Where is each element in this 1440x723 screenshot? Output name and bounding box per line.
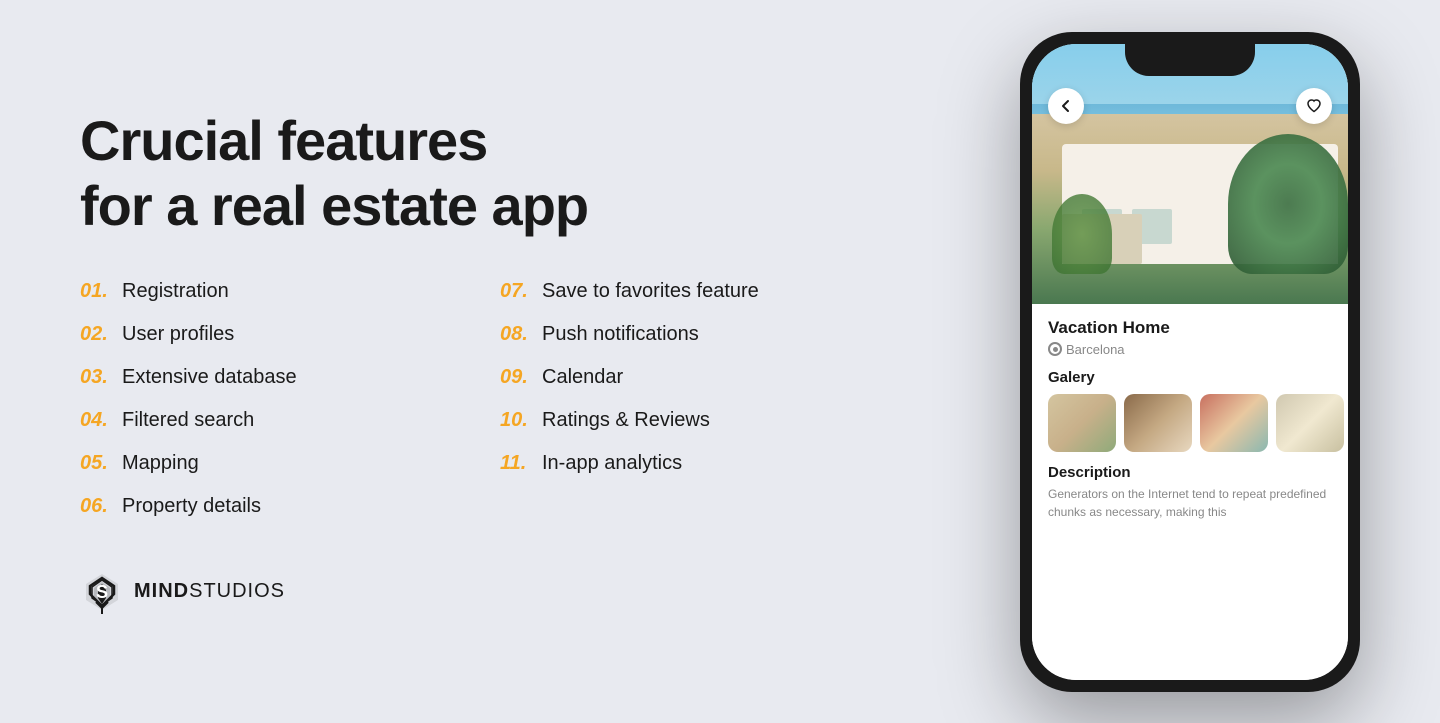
list-item: 01. Registration: [80, 270, 460, 313]
plants-right: [1228, 134, 1348, 274]
gallery-thumb-2[interactable]: [1124, 394, 1192, 452]
feature-number: 06.: [80, 495, 116, 518]
gallery-thumb-3[interactable]: [1200, 394, 1268, 452]
feature-text: Save to favorites feature: [542, 280, 759, 303]
feature-number: 08.: [500, 323, 536, 346]
feature-text: User profiles: [122, 323, 234, 346]
feature-number: 04.: [80, 409, 116, 432]
phone-screen: Vacation Home Barcelona Galery Descripti…: [1032, 44, 1348, 680]
svg-text:S: S: [96, 582, 108, 602]
list-item: 06. Property details: [80, 485, 460, 528]
property-hero-image: [1032, 44, 1348, 304]
mindstudios-logo-icon: S: [80, 570, 124, 614]
feature-text: Push notifications: [542, 323, 699, 346]
feature-text: Mapping: [122, 452, 199, 475]
list-item: 04. Filtered search: [80, 399, 460, 442]
left-section: Crucial features for a real estate app 0…: [80, 109, 880, 614]
feature-number: 02.: [80, 323, 116, 346]
left-column: 01. Registration 02. User profiles 03. Extens…: [80, 270, 460, 528]
list-item: 09. Calendar: [500, 356, 880, 399]
phone-content: Vacation Home Barcelona Galery Descripti…: [1032, 304, 1348, 680]
feature-number: 03.: [80, 366, 116, 389]
location-icon: [1048, 342, 1062, 356]
feature-text: Ratings & Reviews: [542, 409, 710, 432]
list-item: 07. Save to favorites feature: [500, 270, 880, 313]
feature-text: Extensive database: [122, 366, 297, 389]
feature-number: 07.: [500, 280, 536, 303]
logo-text: MINDSTUDIOS: [134, 580, 285, 603]
location-text: Barcelona: [1066, 342, 1125, 357]
feature-text: Calendar: [542, 366, 623, 389]
list-item: 02. User profiles: [80, 313, 460, 356]
description-text: Generators on the Internet tend to repea…: [1048, 485, 1332, 521]
main-container: Crucial features for a real estate app 0…: [0, 0, 1440, 723]
back-button[interactable]: [1048, 88, 1084, 124]
feature-text: Property details: [122, 495, 261, 518]
feature-number: 09.: [500, 366, 536, 389]
logo-section: S MINDSTUDIOS: [80, 570, 880, 614]
feature-text: Registration: [122, 280, 229, 303]
phone-notch: [1125, 44, 1255, 76]
list-item: 10. Ratings & Reviews: [500, 399, 880, 442]
property-location: Barcelona: [1048, 342, 1332, 357]
list-item: 11. In-app analytics: [500, 442, 880, 485]
phone-mockup: Vacation Home Barcelona Galery Descripti…: [1020, 32, 1360, 692]
gallery-row: [1048, 394, 1332, 452]
headline: Crucial features for a real estate app: [80, 109, 880, 238]
gallery-thumb-1[interactable]: [1048, 394, 1116, 452]
feature-number: 10.: [500, 409, 536, 432]
feature-text: In-app analytics: [542, 452, 682, 475]
feature-text: Filtered search: [122, 409, 254, 432]
feature-number: 01.: [80, 280, 116, 303]
list-item: 08. Push notifications: [500, 313, 880, 356]
gallery-thumb-4[interactable]: [1276, 394, 1344, 452]
description-label: Description: [1048, 464, 1332, 481]
property-title: Vacation Home: [1048, 318, 1332, 338]
phone-section: Vacation Home Barcelona Galery Descripti…: [1020, 32, 1360, 692]
feature-number: 05.: [80, 452, 116, 475]
list-item: 05. Mapping: [80, 442, 460, 485]
features-grid: 01. Registration 02. User profiles 03. Extens…: [80, 270, 880, 528]
favorite-button[interactable]: [1296, 88, 1332, 124]
plants-left: [1052, 194, 1112, 274]
right-column: 07. Save to favorites feature 08. Push noti…: [500, 270, 880, 528]
list-item: 03. Extensive database: [80, 356, 460, 399]
gallery-label: Galery: [1048, 369, 1332, 386]
feature-number: 11.: [500, 452, 536, 475]
